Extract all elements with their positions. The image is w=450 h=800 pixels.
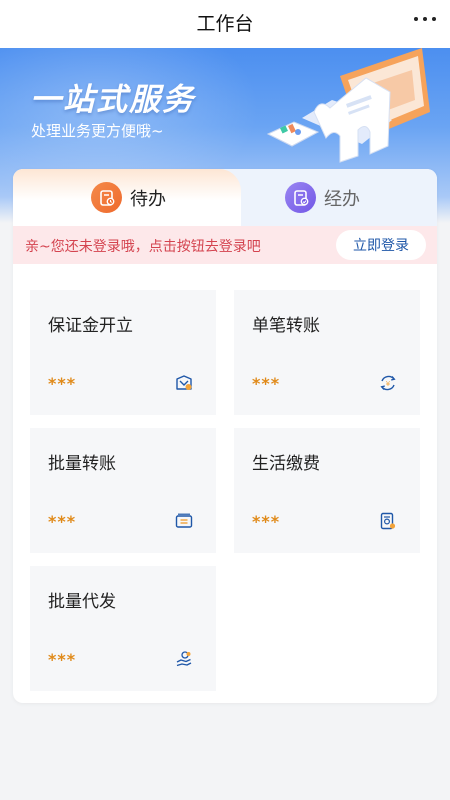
service-name: 批量代发 bbox=[48, 592, 116, 612]
deposit-icon bbox=[176, 375, 192, 390]
service-name: 批量转账 bbox=[48, 454, 116, 474]
tab-handled[interactable]: 经办 bbox=[285, 182, 360, 213]
batch-payout-icon bbox=[176, 651, 192, 667]
handled-doc-icon bbox=[285, 182, 316, 213]
service-name: 单笔转账 bbox=[252, 316, 320, 336]
service-tile-deposit[interactable]: 保证金开立 *** bbox=[30, 290, 216, 415]
tab-pending[interactable]: 待办 bbox=[91, 182, 166, 213]
service-tile-bill-payment[interactable]: 生活缴费 *** bbox=[234, 428, 420, 553]
main-card: 待办 经办 亲~您还未登录哦，点击按钮去登录吧 立即登录 保证金开立 *** 单… bbox=[13, 169, 437, 703]
single-transfer-icon: ¥ bbox=[380, 375, 396, 391]
tab-pending-label: 待办 bbox=[130, 188, 166, 210]
page-title: 工作台 bbox=[196, 13, 254, 35]
login-prompt-text: 亲~您还未登录哦，点击按钮去登录吧 bbox=[25, 239, 261, 255]
banner-title: 一站式服务 bbox=[30, 82, 195, 118]
banner-illustration bbox=[266, 48, 430, 163]
svg-text:¥: ¥ bbox=[386, 380, 391, 388]
service-value: *** bbox=[252, 374, 281, 393]
tab-bar: 待办 经办 bbox=[13, 169, 437, 226]
more-dots-icon[interactable] bbox=[414, 14, 436, 24]
banner-subtitle: 处理业务更方便哦~ bbox=[31, 122, 164, 140]
bill-payment-icon bbox=[380, 512, 396, 530]
service-value: *** bbox=[48, 650, 77, 669]
login-button[interactable]: 立即登录 bbox=[336, 230, 426, 260]
service-tile-batch-payout[interactable]: 批量代发 *** bbox=[30, 566, 216, 691]
pending-doc-icon bbox=[91, 182, 122, 213]
top-bar: 工作台 bbox=[0, 0, 450, 48]
service-tile-batch-transfer[interactable]: 批量转账 *** bbox=[30, 428, 216, 553]
login-prompt-bar: 亲~您还未登录哦，点击按钮去登录吧 立即登录 bbox=[13, 226, 437, 264]
batch-transfer-icon bbox=[175, 513, 193, 528]
service-value: *** bbox=[252, 512, 281, 531]
service-value: *** bbox=[48, 512, 77, 531]
service-value: *** bbox=[48, 374, 77, 393]
service-name: 生活缴费 bbox=[252, 454, 320, 474]
service-tile-single-transfer[interactable]: 单笔转账 *** ¥ bbox=[234, 290, 420, 415]
tab-handled-label: 经办 bbox=[324, 188, 360, 210]
service-name: 保证金开立 bbox=[48, 316, 133, 336]
